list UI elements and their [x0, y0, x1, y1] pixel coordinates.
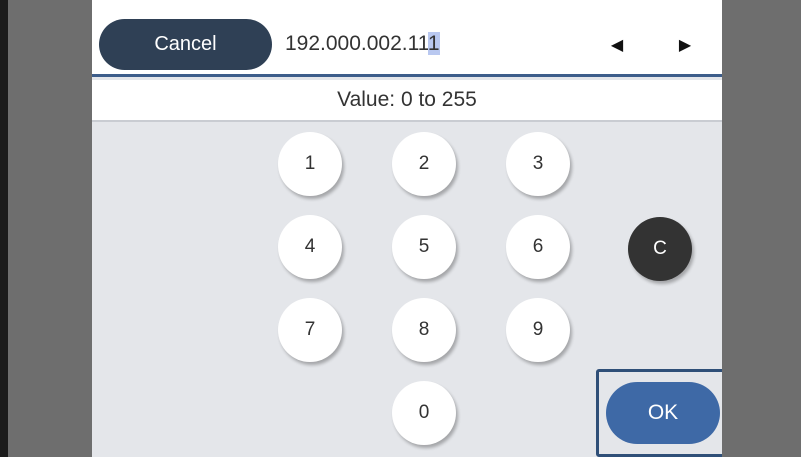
entry-header: Cancel 192.000.002.111 ◀ ▶: [92, 0, 722, 77]
key-5[interactable]: 5: [392, 215, 456, 279]
key-9[interactable]: 9: [506, 298, 570, 362]
key-3[interactable]: 3: [506, 132, 570, 196]
key-8[interactable]: 8: [392, 298, 456, 362]
value-range-hint: Value: 0 to 255: [92, 80, 722, 122]
cursor-left-icon[interactable]: ◀: [602, 30, 632, 60]
numeric-entry-screen: Cancel 192.000.002.111 ◀ ▶ Value: 0 to 2…: [92, 0, 722, 457]
clear-button[interactable]: C: [628, 217, 692, 281]
key-7[interactable]: 7: [278, 298, 342, 362]
key-1[interactable]: 1: [278, 132, 342, 196]
key-6[interactable]: 6: [506, 215, 570, 279]
ip-address-value: 192.000.002.11: [285, 32, 428, 55]
cancel-button[interactable]: Cancel: [99, 19, 272, 70]
ip-cursor-char: 1: [427, 32, 440, 55]
cursor-right-icon[interactable]: ▶: [670, 30, 700, 60]
key-4[interactable]: 4: [278, 215, 342, 279]
ip-address-field[interactable]: 192.000.002.111: [285, 28, 440, 60]
left-bezel: [0, 0, 8, 457]
ok-button[interactable]: OK: [606, 382, 720, 444]
key-0[interactable]: 0: [392, 381, 456, 445]
key-2[interactable]: 2: [392, 132, 456, 196]
